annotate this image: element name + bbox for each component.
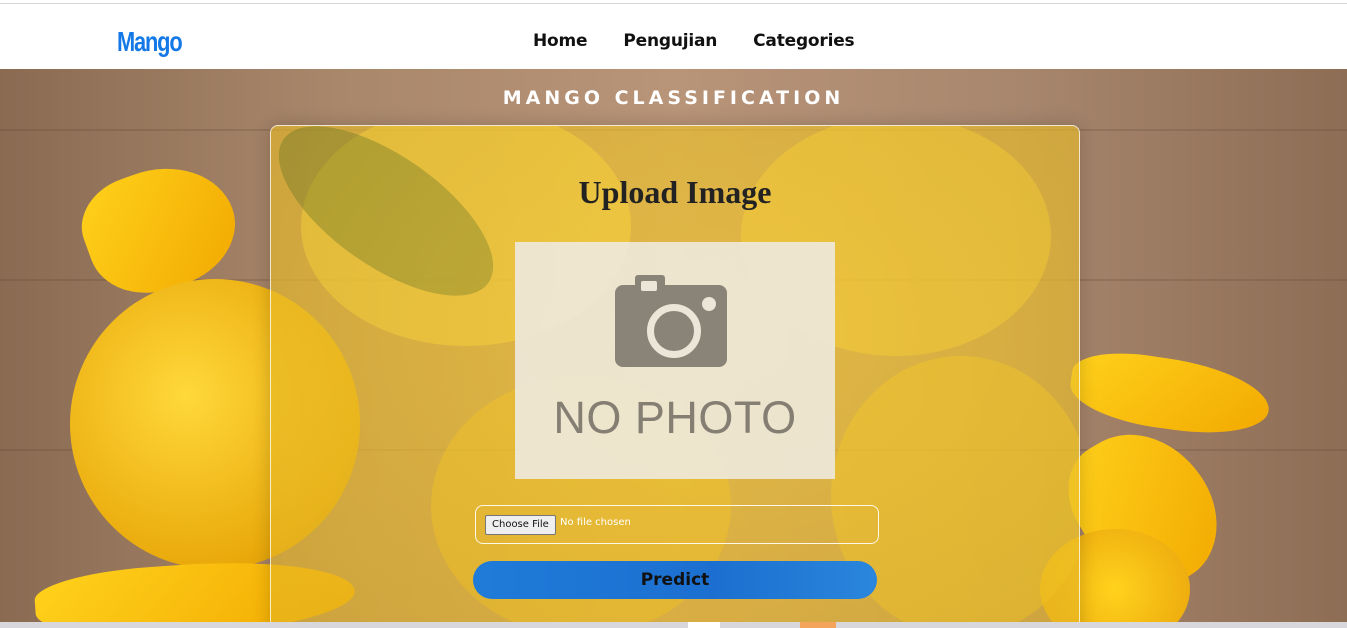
main-nav: Home Pengujian Categories <box>533 31 890 51</box>
mango-slice-image <box>1066 345 1274 443</box>
file-input[interactable]: Choose File No file chosen <box>475 505 879 544</box>
navbar: Mango Home Pengujian Categories <box>0 4 1347 69</box>
image-preview: NO PHOTO <box>515 242 835 479</box>
nav-link-pengujian[interactable]: Pengujian <box>623 31 717 51</box>
hero-section: MANGO CLASSIFICATION Upload Image NO PHO… <box>0 69 1347 622</box>
camera-icon-flash <box>702 297 716 311</box>
file-status-text: No file chosen <box>560 517 631 528</box>
upload-title: Upload Image <box>578 174 772 210</box>
no-photo-text: NO PHOTO <box>553 392 797 443</box>
upload-card: Upload Image NO PHOTO Choose File No fil… <box>270 125 1080 622</box>
choose-file-button[interactable]: Choose File <box>485 515 556 535</box>
camera-icon-top-inner <box>641 281 657 291</box>
taskbar-strip <box>0 622 1347 628</box>
hero-title: MANGO CLASSIFICATION <box>502 87 845 109</box>
brand-logo[interactable]: Mango <box>117 26 183 58</box>
predict-button[interactable]: Predict <box>473 561 877 599</box>
taskbar-segment <box>800 622 836 628</box>
camera-icon-lens <box>647 304 701 358</box>
nav-link-home[interactable]: Home <box>533 31 588 51</box>
taskbar-segment <box>688 622 720 628</box>
nav-link-categories[interactable]: Categories <box>753 31 855 51</box>
